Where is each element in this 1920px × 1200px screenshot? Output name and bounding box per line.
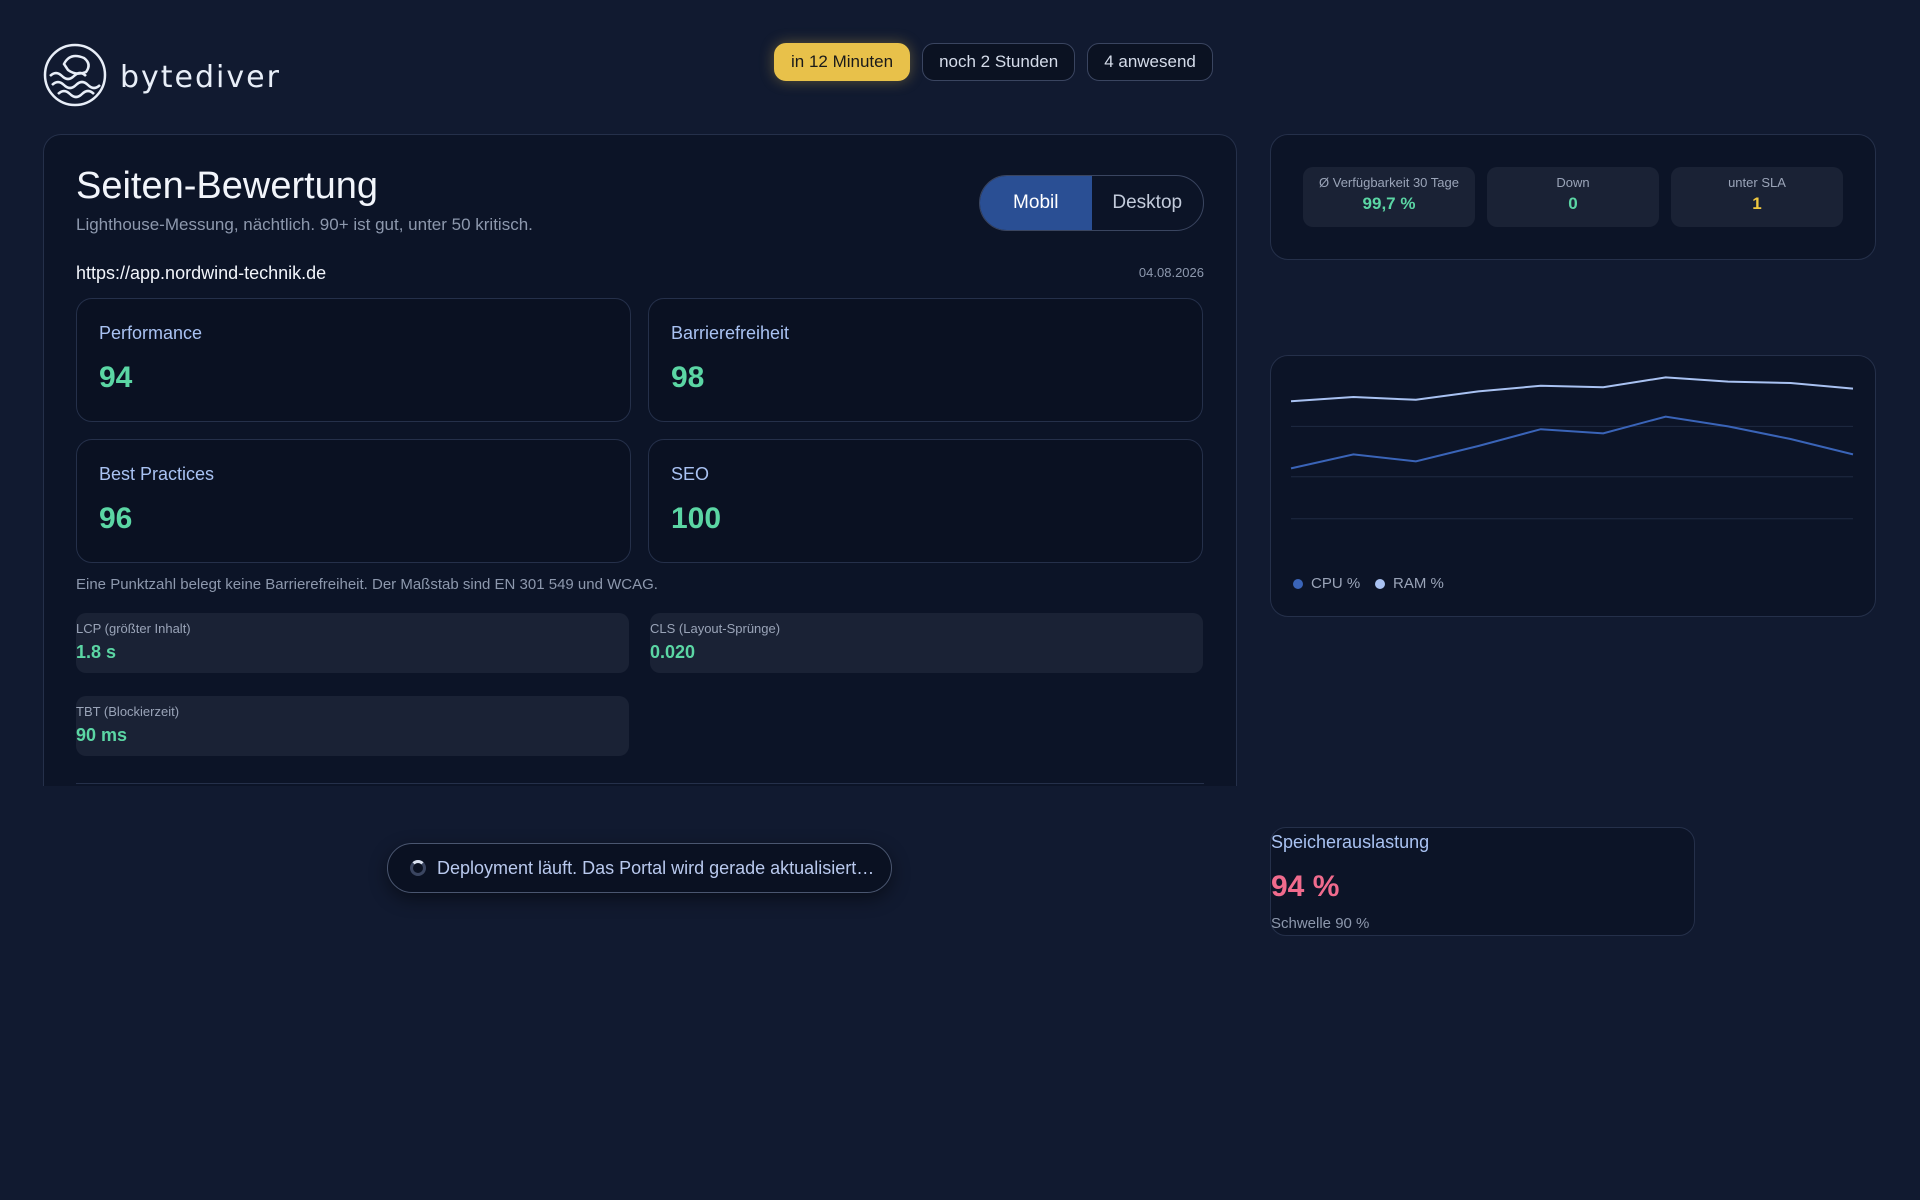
score-value: 100 [671,502,722,535]
metric-label: TBT (Blockierzeit) [76,704,180,719]
score-card-performance: Performance 94 [76,298,631,422]
storage-label: Speicherauslastung [1271,832,1430,852]
page-title: Seiten-Bewertung [76,165,379,207]
toggle-mobil-button[interactable]: Mobil [980,176,1092,230]
score-card-seo: SEO 100 [648,439,1203,563]
diver-helmet-waves-icon [42,42,108,113]
storage-card: Speicherauslastung 94 % Schwelle 90 % [1270,827,1695,936]
resource-chart-card: CPU % RAM % [1270,355,1876,617]
page-subtitle: Lighthouse-Messung, nächtlich. 90+ ist g… [76,215,533,234]
legend-swatch-ram [1375,578,1385,589]
score-value: 98 [671,361,705,394]
score-card-accessibility: Barrierefreiheit 98 [648,298,1203,422]
score-card-best-practices: Best Practices 96 [76,439,631,563]
metric-value: 1.8 s [76,642,117,662]
spinner-icon [410,860,426,876]
sla-value: 0 [1568,194,1578,213]
score-label: SEO [671,464,710,484]
score-value: 94 [99,361,133,394]
storage-value: 94 % [1271,870,1340,903]
metric-value: 0.020 [650,642,696,662]
metric-label: CLS (Layout-Sprünge) [650,621,781,636]
legend-item-cpu: CPU % [1293,575,1360,592]
score-label: Barrierefreiheit [671,323,790,343]
sla-value: 1 [1752,194,1762,213]
score-value: 96 [99,502,133,535]
legend-swatch-cpu [1293,578,1303,589]
score-label: Performance [99,323,203,343]
page-score-card: Seiten-Bewertung Lighthouse-Messung, näc… [43,134,1237,786]
status-pills: in 12 Minuten noch 2 Stunden 4 anwesend [774,43,1213,81]
sla-label: Ø Verfügbarkeit 30 Tage [1319,175,1459,190]
legend-label-cpu: CPU % [1311,575,1361,592]
sla-availability: Ø Verfügbarkeit 30 Tage 99,7 % [1303,167,1475,227]
accessibility-note: Eine Punktzahl belegt keine Barrierefrei… [76,576,658,593]
sla-label: Down [1556,175,1590,190]
storage-threshold: Schwelle 90 % [1271,915,1370,932]
status-pill-present[interactable]: 4 anwesend [1087,43,1213,81]
metric-value: 90 ms [76,725,128,745]
legend-item-ram: RAM % [1375,575,1444,592]
device-toggle: Mobil Desktop [979,175,1204,231]
status-pill-next[interactable]: in 12 Minuten [774,43,911,81]
sla-under: unter SLA 1 [1671,167,1843,227]
sla-value: 99,7 % [1362,194,1416,213]
toggle-desktop-button[interactable]: Desktop [1092,176,1204,230]
measured-url[interactable]: https://app.nordwind-technik.de [76,263,326,284]
toast-message: Deployment läuft. Das Portal wird gerade… [437,857,875,878]
sla-down: Down 0 [1487,167,1659,227]
metric-label: LCP (größter Inhalt) [76,621,191,636]
sla-card: Ø Verfügbarkeit 30 Tage 99,7 % Down 0 un… [1270,134,1876,260]
resource-line-chart [1290,376,1854,520]
series-line-ram [1290,376,1854,403]
brand-name: bytediver [120,60,281,95]
metric-lcp: LCP (größter Inhalt) 1.8 s [76,613,629,673]
deployment-toast: Deployment läuft. Das Portal wird gerade… [387,843,892,893]
brand-logo[interactable]: bytediver [42,42,281,113]
legend-label-ram: RAM % [1393,575,1444,592]
section-divider [76,783,1204,784]
sla-label: unter SLA [1728,175,1786,190]
measurement-date: 04.08.2026 [1138,265,1204,280]
metric-cls: CLS (Layout-Sprünge) 0.020 [650,613,1203,673]
score-label: Best Practices [99,464,215,484]
status-pill-remaining[interactable]: noch 2 Stunden [922,43,1076,81]
metric-tbt: TBT (Blockierzeit) 90 ms [76,696,629,756]
series-line-cpu [1290,415,1854,470]
